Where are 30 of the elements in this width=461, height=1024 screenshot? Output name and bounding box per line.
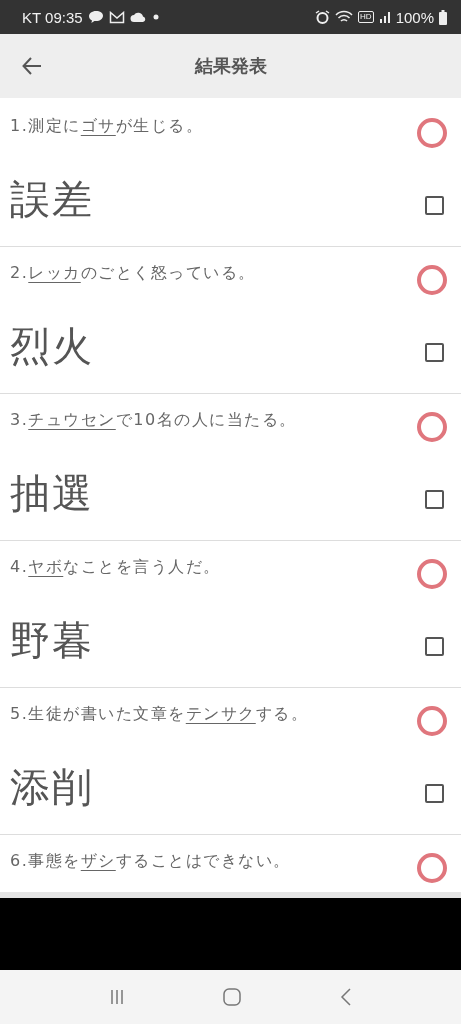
home-icon[interactable] bbox=[223, 988, 242, 1006]
question-sentence: 3.チュウセン で10名の人に当たる。 bbox=[10, 410, 297, 431]
status-time: KT 09:35 bbox=[22, 8, 83, 26]
cloud-icon bbox=[129, 12, 146, 22]
hd-badge: HD bbox=[358, 11, 374, 23]
page-title: 結果発表 bbox=[194, 54, 267, 78]
answer-text: 誤差 bbox=[10, 175, 94, 224]
battery-icon bbox=[439, 9, 447, 25]
question-sentence: 5.生徒が書いた文章を テンサクする。 bbox=[10, 704, 309, 725]
chat-bubble-icon bbox=[87, 10, 104, 24]
checkbox[interactable] bbox=[425, 490, 444, 509]
question-sentence: 1.測定に ゴサが生じる。 bbox=[10, 116, 204, 137]
answer-text: 野暮 bbox=[10, 616, 94, 665]
question-sentence: 2.レッカのごとく怒っている。 bbox=[10, 263, 256, 284]
wifi-icon bbox=[335, 10, 354, 24]
recent-apps-icon[interactable] bbox=[109, 989, 126, 1005]
question-sentence: 6.事態をザシすることはできない。 bbox=[10, 851, 291, 872]
checkbox[interactable] bbox=[425, 784, 444, 803]
answer-text: 添削 bbox=[10, 763, 94, 812]
checkbox[interactable] bbox=[425, 343, 444, 362]
battery-percent: 100% bbox=[395, 8, 434, 26]
answer-text: 抽選 bbox=[10, 469, 94, 518]
question-sentence: 4.ヤボなことを言う人だ。 bbox=[10, 557, 221, 578]
mail-icon bbox=[108, 10, 125, 24]
checkbox[interactable] bbox=[425, 196, 444, 215]
answer-text: 烈火 bbox=[10, 322, 94, 371]
alarm-icon bbox=[315, 9, 331, 25]
checkbox[interactable] bbox=[425, 637, 444, 656]
signal-icon bbox=[378, 11, 391, 23]
back-nav-icon[interactable] bbox=[339, 988, 352, 1006]
